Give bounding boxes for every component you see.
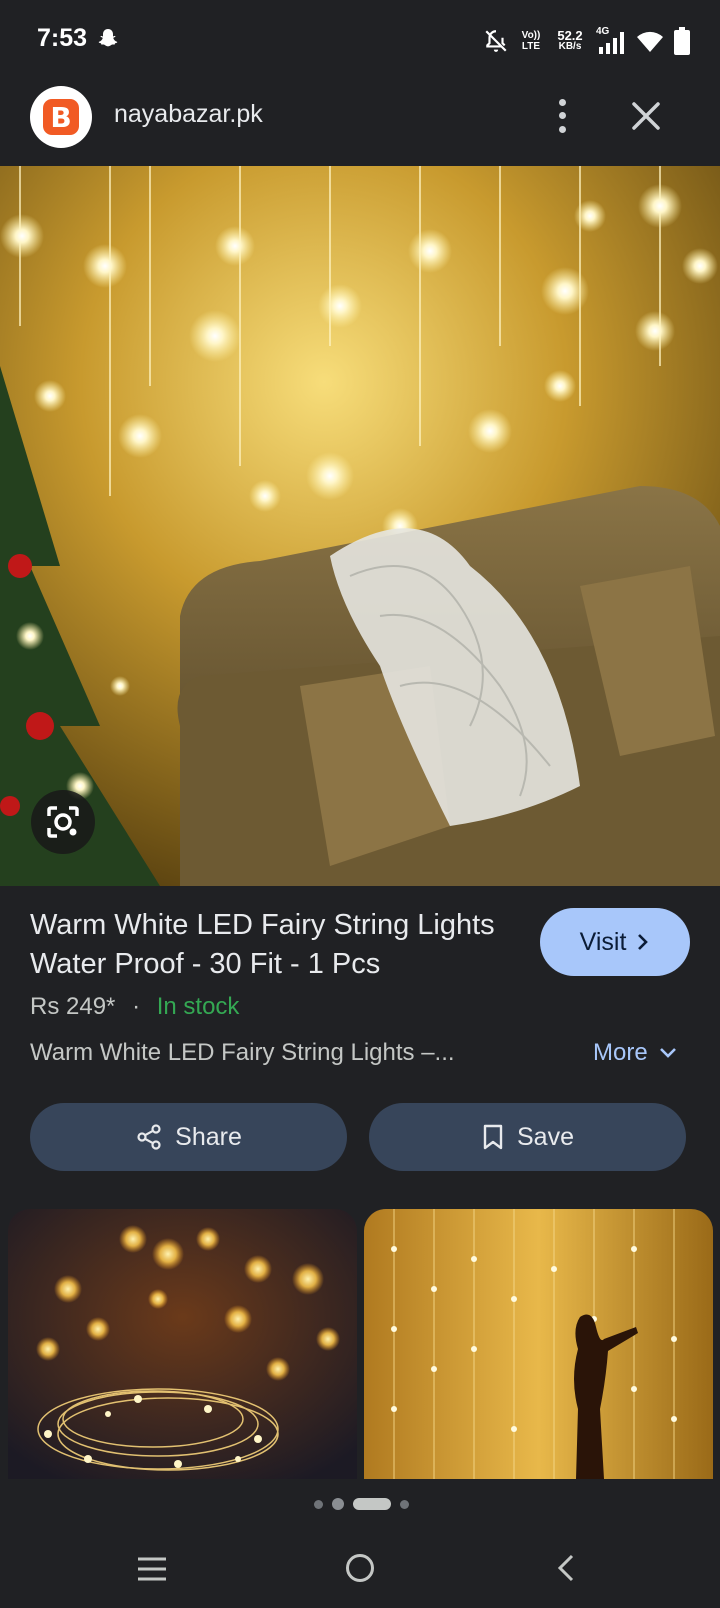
wifi-icon <box>637 31 663 52</box>
visit-label: Visit <box>579 927 627 956</box>
system-nav-bar <box>0 1530 720 1608</box>
mute-icon <box>485 30 507 52</box>
back-icon[interactable] <box>554 1552 578 1584</box>
signal-icon <box>599 32 624 54</box>
image-pager <box>314 1498 409 1510</box>
speed-value: 52.2 <box>557 28 583 43</box>
product-title: Warm White LED Fairy String Lights Water… <box>30 909 495 980</box>
status-icons: Vo)) LTE 52.2 KB/s 4G <box>483 24 690 58</box>
save-button[interactable]: Save <box>369 1103 686 1171</box>
site-url[interactable]: nayabazar.pk <box>114 100 263 129</box>
separator: · <box>132 993 141 1020</box>
pager-dot[interactable] <box>400 1499 409 1509</box>
site-favicon[interactable]: B <box>30 86 92 148</box>
chevron-down-icon <box>659 1048 676 1058</box>
share-label: Share <box>175 1122 242 1151</box>
bookmark-icon <box>483 1124 503 1150</box>
home-icon[interactable] <box>344 1552 376 1584</box>
save-label: Save <box>517 1122 574 1151</box>
fairy-lights-photo <box>0 166 720 886</box>
network-speed: 52.2 KB/s <box>553 28 587 52</box>
share-button[interactable]: Share <box>30 1103 347 1171</box>
snapchat-icon <box>98 29 118 47</box>
more-button[interactable]: More <box>593 1039 678 1067</box>
recents-icon[interactable] <box>136 1554 168 1584</box>
google-lens-button[interactable] <box>31 790 95 854</box>
product-description: Warm White LED Fairy String Lights –... <box>30 1039 455 1066</box>
close-icon[interactable] <box>628 98 664 134</box>
signal-group: 4G <box>596 26 626 56</box>
network-type: Vo)) LTE <box>521 30 541 52</box>
pager-dot[interactable] <box>314 1499 323 1509</box>
visit-button[interactable]: Visit <box>540 908 690 976</box>
price-row: Rs 249* · In stock <box>30 993 239 1021</box>
pager-dot-active[interactable] <box>353 1498 391 1510</box>
fairy-lights-coil-photo <box>8 1209 357 1479</box>
chevron-right-icon <box>638 934 649 950</box>
product-image[interactable] <box>0 166 720 886</box>
more-vert-icon[interactable] <box>546 96 578 136</box>
custom-tab-header <box>0 80 720 166</box>
stock-status: In stock <box>156 993 240 1020</box>
lens-icon <box>47 806 79 838</box>
related-image-1[interactable] <box>8 1209 357 1479</box>
product-price: Rs 249* <box>30 993 116 1020</box>
pager-dot[interactable] <box>332 1498 344 1510</box>
related-image-2[interactable] <box>364 1209 713 1479</box>
status-time: 7:53 <box>37 24 88 52</box>
share-icon <box>137 1124 161 1150</box>
battery-icon <box>674 27 690 55</box>
more-label: More <box>593 1039 648 1066</box>
site-logo-letter: B <box>43 99 79 135</box>
curtain-lights-photo <box>364 1209 713 1479</box>
